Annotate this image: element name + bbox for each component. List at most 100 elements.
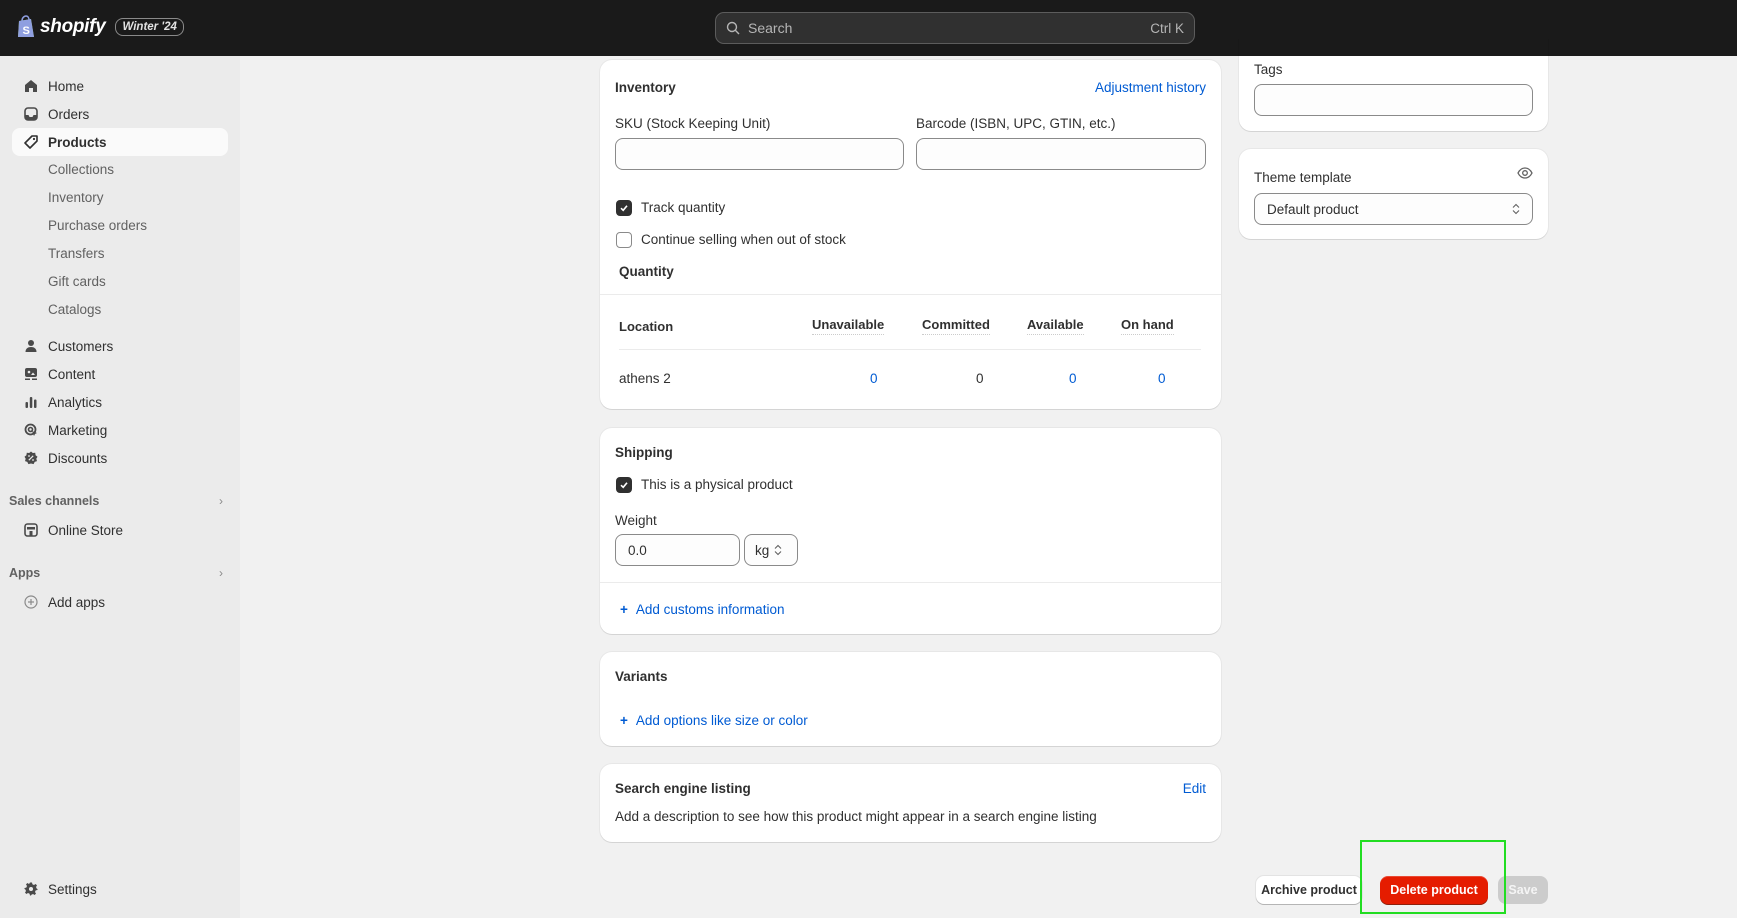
shipping-title: Shipping xyxy=(615,445,673,460)
brand-name: shopify xyxy=(40,16,106,37)
add-options-link[interactable]: + Add options like size or color xyxy=(620,713,808,728)
sidebar-item-products[interactable]: Products xyxy=(12,128,228,156)
track-quantity-label[interactable]: Track quantity xyxy=(641,200,725,215)
sidebar-subitem-label: Purchase orders xyxy=(48,217,148,233)
sidebar-item-label: Marketing xyxy=(48,422,108,438)
sidebar-subitem-label: Catalogs xyxy=(48,301,102,317)
sidebar-subitem-gift-cards[interactable]: Gift cards xyxy=(12,268,228,294)
inventory-title: Inventory xyxy=(615,80,676,95)
sidebar-item-analytics[interactable]: Analytics xyxy=(12,388,228,416)
shipping-card: Shipping This is a physical product Weig… xyxy=(600,428,1221,634)
sidebar-item-content[interactable]: Content xyxy=(12,360,228,388)
continue-selling-checkbox[interactable] xyxy=(616,232,632,248)
apps-label: Apps xyxy=(9,566,41,580)
sales-channels-heading[interactable]: Sales channels › xyxy=(9,491,223,511)
quantity-heading: Quantity xyxy=(619,264,674,279)
sidebar-item-label: Online Store xyxy=(48,522,124,538)
search-shortcut: Ctrl K xyxy=(1150,20,1184,36)
content-icon xyxy=(22,365,40,383)
plus-icon: + xyxy=(620,713,628,728)
theme-template-select[interactable]: Default product xyxy=(1254,193,1533,225)
discount-icon xyxy=(22,449,40,467)
continue-selling-label[interactable]: Continue selling when out of stock xyxy=(641,232,846,247)
weight-input[interactable]: 0.0 xyxy=(615,534,740,566)
physical-product-label[interactable]: This is a physical product xyxy=(641,477,793,492)
add-customs-label: Add customs information xyxy=(635,602,785,617)
chevron-right-icon: › xyxy=(219,566,223,580)
seo-description: Add a description to see how this produc… xyxy=(615,809,1097,824)
sidebar-subitem-purchase-orders[interactable]: Purchase orders xyxy=(12,212,228,238)
sidebar-item-label: Products xyxy=(48,134,107,150)
available-cell[interactable]: 0 xyxy=(1069,371,1077,386)
sidebar-subitem-label: Gift cards xyxy=(48,273,106,289)
theme-template-card: Theme template Default product xyxy=(1239,149,1548,239)
search-bar[interactable]: Search Ctrl K xyxy=(715,12,1195,44)
home-icon xyxy=(22,77,40,95)
theme-template-value: Default product xyxy=(1267,201,1359,217)
sidebar-item-marketing[interactable]: Marketing xyxy=(12,416,228,444)
weight-unit-value: kg xyxy=(755,542,770,558)
shopify-bag-icon: S xyxy=(18,15,34,37)
theme-template-label: Theme template xyxy=(1254,170,1352,185)
target-icon xyxy=(22,421,40,439)
column-header-unavailable[interactable]: Unavailable xyxy=(812,317,885,335)
sidebar-subitem-collections[interactable]: Collections xyxy=(12,156,228,182)
search-engine-listing-card: Search engine listing Edit Add a descrip… xyxy=(600,764,1221,842)
version-badge: Winter '24 xyxy=(115,18,184,36)
sidebar-subitem-label: Transfers xyxy=(48,245,105,261)
sidebar-item-label: Content xyxy=(48,366,96,382)
apps-heading[interactable]: Apps › xyxy=(9,563,223,583)
sidebar-item-label: Settings xyxy=(48,881,97,897)
search-placeholder: Search xyxy=(748,20,793,36)
select-chevrons-icon xyxy=(774,544,782,556)
sidebar-item-add-apps[interactable]: Add apps xyxy=(12,588,228,616)
column-header-available[interactable]: Available xyxy=(1027,317,1084,335)
sidebar-subitem-label: Inventory xyxy=(48,189,104,205)
bar-chart-icon xyxy=(22,393,40,411)
on-hand-cell[interactable]: 0 xyxy=(1158,371,1166,386)
tags-input[interactable] xyxy=(1254,84,1533,116)
table-header-divider xyxy=(619,349,1201,350)
column-header-committed[interactable]: Committed xyxy=(922,317,990,335)
sidebar-item-label: Customers xyxy=(48,338,114,354)
physical-product-checkbox[interactable] xyxy=(616,477,632,493)
tag-icon xyxy=(22,133,40,151)
sidebar-item-label: Home xyxy=(48,78,85,94)
sidebar-item-discounts[interactable]: Discounts xyxy=(12,444,228,472)
add-customs-information-link[interactable]: + Add customs information xyxy=(620,602,784,617)
person-icon xyxy=(22,337,40,355)
delete-product-button[interactable]: Delete product xyxy=(1380,876,1488,904)
unavailable-cell[interactable]: 0 xyxy=(870,371,878,386)
search-icon xyxy=(726,21,740,35)
sidebar-subitem-transfers[interactable]: Transfers xyxy=(12,240,228,266)
seo-title: Search engine listing xyxy=(615,781,751,796)
sidebar-item-online-store[interactable]: Online Store xyxy=(12,516,228,544)
sidebar-item-settings[interactable]: Settings xyxy=(12,875,228,903)
shopify-logo[interactable]: S shopify Winter '24 xyxy=(16,15,184,39)
save-button[interactable]: Save xyxy=(1498,876,1548,904)
sidebar-item-customers[interactable]: Customers xyxy=(12,332,228,360)
sku-input[interactable] xyxy=(615,138,904,170)
eye-icon[interactable] xyxy=(1517,167,1533,179)
quantity-divider xyxy=(600,294,1221,295)
inventory-card: Inventory Adjustment history SKU (Stock … xyxy=(600,60,1221,409)
barcode-input[interactable] xyxy=(916,138,1206,170)
sidebar-item-orders[interactable]: Orders xyxy=(12,100,228,128)
archive-product-button[interactable]: Archive product xyxy=(1256,876,1362,904)
sidebar-item-home[interactable]: Home xyxy=(12,72,228,100)
plus-icon: + xyxy=(620,602,628,617)
store-icon xyxy=(22,521,40,539)
adjustment-history-link[interactable]: Adjustment history xyxy=(1095,80,1206,95)
plus-circle-icon xyxy=(22,593,40,611)
shipping-divider xyxy=(600,582,1221,583)
track-quantity-checkbox[interactable] xyxy=(616,200,632,216)
column-header-on-hand[interactable]: On hand xyxy=(1121,317,1174,335)
weight-unit-select[interactable]: kg xyxy=(744,534,798,566)
add-options-label: Add options like size or color xyxy=(635,713,808,728)
checkmark-icon xyxy=(620,482,628,489)
seo-edit-link[interactable]: Edit xyxy=(1183,781,1206,796)
location-cell: athens 2 xyxy=(619,371,671,386)
sidebar-subitem-label: Collections xyxy=(48,161,115,177)
sidebar-subitem-catalogs[interactable]: Catalogs xyxy=(12,296,228,322)
sidebar-subitem-inventory[interactable]: Inventory xyxy=(12,184,228,210)
